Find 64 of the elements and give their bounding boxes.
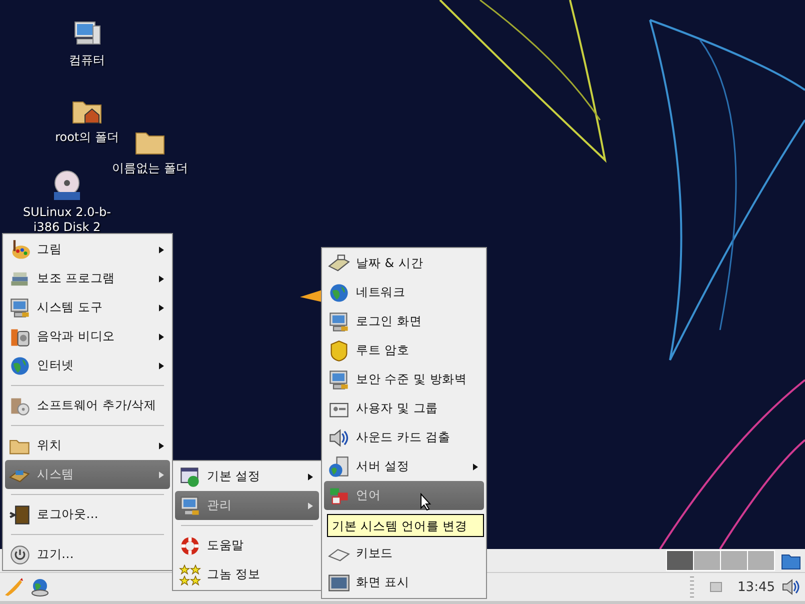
submenu-arrow-icon (159, 274, 164, 282)
menu-item[interactable]: 날짜 & 시간 (324, 249, 484, 278)
lifebuoy-icon (179, 534, 201, 556)
disc-icon[interactable] (51, 170, 83, 202)
computer-icon (328, 310, 350, 332)
menu-item[interactable]: 보조 프로그램 (5, 264, 170, 293)
globe-icon (9, 354, 31, 376)
workspace-tile[interactable] (721, 551, 747, 570)
submenu-arrow-icon (473, 462, 478, 470)
menu-item[interactable]: 기본 설정 (175, 462, 319, 491)
submenu-arrow-icon (308, 472, 313, 480)
logo-fragment-drawing (300, 290, 322, 302)
workspace-tile[interactable] (667, 551, 693, 570)
menu-item[interactable]: 그놈 정보 (175, 560, 319, 589)
door-icon (9, 504, 31, 526)
menu-item[interactable]: 인터넷 (5, 351, 170, 380)
menu-item[interactable]: 도움말 (175, 531, 319, 560)
menu-item[interactable]: 위치 (5, 431, 170, 460)
computer-icon (328, 368, 350, 390)
menu-item[interactable]: 로그인 화면 (324, 307, 484, 336)
menu-item[interactable]: 그림 (5, 235, 170, 264)
power-icon (9, 544, 31, 566)
submenu-arrow-icon (159, 246, 164, 254)
window-icon (179, 466, 201, 488)
menu-item[interactable]: 네트워크 (324, 278, 484, 307)
submenu-arrow-icon (159, 332, 164, 340)
menu-item[interactable]: 루트 암호 (324, 336, 484, 365)
tooltip: 기본 시스템 언어를 변경 (327, 514, 484, 537)
desktop-icon-label[interactable]: 이름없는 폴더 (100, 161, 200, 176)
globe-icon (328, 282, 350, 304)
menu-item[interactable]: 언어 (324, 481, 484, 510)
submenu-arrow-icon (308, 502, 313, 510)
menu-item[interactable]: 시스템 도구 (5, 293, 170, 322)
stars-icon (179, 564, 201, 586)
submenu-arrow-icon (159, 442, 164, 450)
menu-item[interactable]: 시스템 (5, 460, 170, 489)
menu-item[interactable]: 사용자 및 그룹 (324, 394, 484, 423)
menu-item[interactable]: 관리 (175, 491, 319, 520)
menu-item[interactable]: 소프트웨어 추가/삭제 (5, 391, 170, 420)
menu-item[interactable]: 화면 표시 (324, 568, 484, 597)
speaker-icon (328, 426, 350, 448)
menu-item[interactable]: 음악과 비디오 (5, 322, 170, 351)
panel-handle-icon[interactable] (690, 575, 694, 599)
workspace-tile[interactable] (694, 551, 720, 570)
server-icon (328, 456, 350, 478)
submenu-arrow-icon (159, 304, 164, 312)
menu-item[interactable]: 사운드 카드 검출 (324, 423, 484, 452)
menu-item[interactable]: 보안 수준 및 방화벽 (324, 365, 484, 394)
submenu-arrow-icon (159, 362, 164, 370)
speaker-icon[interactable] (781, 577, 801, 597)
computer-icon (179, 494, 201, 516)
desktop-icon-label[interactable]: 컴퓨터 (37, 53, 137, 68)
workspace-tile[interactable] (748, 551, 774, 570)
desktop-icon-label[interactable]: root의 폴더 (37, 130, 137, 145)
computer-icon (9, 296, 31, 318)
submenu-arrow-icon (159, 470, 164, 478)
badge-icon (328, 340, 350, 362)
menu-item[interactable]: 로그아웃... (5, 500, 170, 529)
menu-item[interactable]: 끄기... (5, 540, 170, 569)
globe-icon[interactable] (30, 577, 50, 597)
menu-item[interactable]: 서버 설정 (324, 452, 484, 481)
menu-item[interactable]: 키보드 (324, 539, 484, 568)
clock[interactable]: 13:45 (738, 580, 775, 594)
mouse-cursor-icon (420, 493, 432, 511)
